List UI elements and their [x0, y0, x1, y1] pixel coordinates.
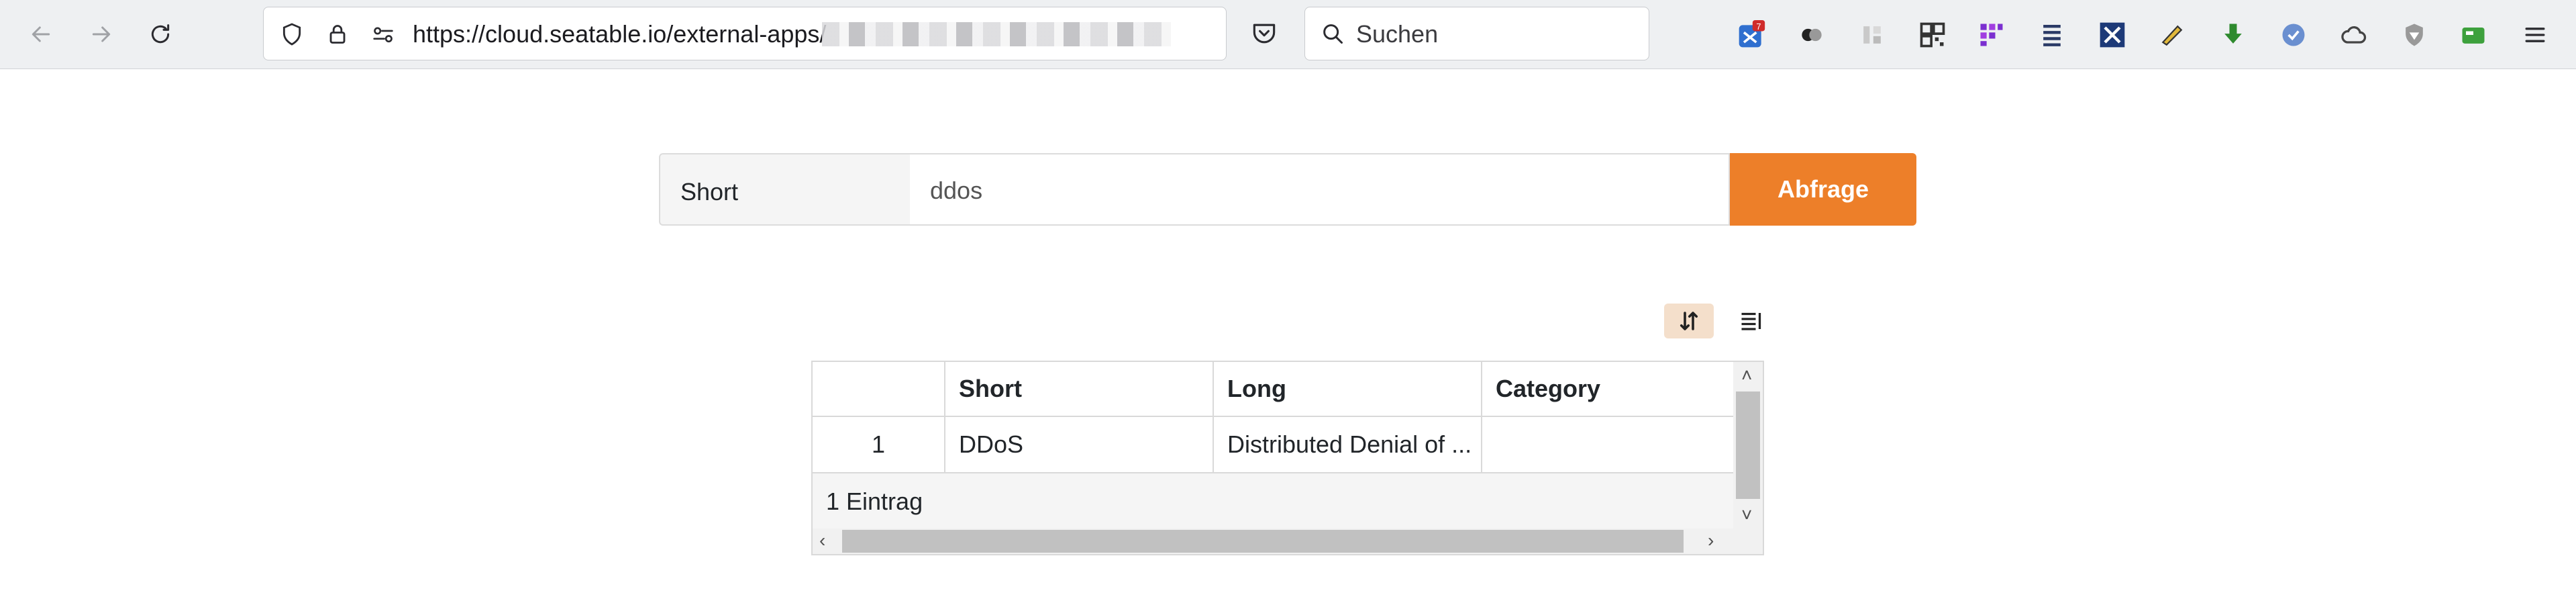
vertical-scroll-thumb[interactable]	[1736, 392, 1760, 499]
header-short[interactable]: Short	[945, 362, 1214, 416]
extension-badge: 7	[1756, 21, 1761, 32]
url-text[interactable]: https://cloud.seatable.io/external-apps/	[413, 21, 826, 48]
arrow-right-icon	[88, 21, 115, 48]
extension-blue-circle-icon[interactable]	[2279, 20, 2308, 50]
scroll-left-icon[interactable]: ‹	[819, 531, 825, 550]
header-category[interactable]: Category	[1482, 362, 1733, 416]
query-button[interactable]: Abfrage	[1730, 153, 1916, 226]
extension-grid-icon[interactable]	[1977, 20, 2006, 50]
table-footer: 1 Eintrag	[813, 473, 1733, 529]
record-count: 1 Eintrag	[826, 488, 923, 515]
extension-balls-icon[interactable]	[1797, 20, 1826, 50]
pocket-icon[interactable]	[1249, 19, 1279, 48]
search-icon	[1320, 21, 1347, 48]
extension-pencil-icon[interactable]	[2158, 20, 2187, 50]
sort-arrows-icon	[1677, 309, 1701, 333]
cell-category[interactable]	[1482, 417, 1733, 472]
reload-icon	[147, 21, 174, 48]
extension-qr-icon[interactable]	[1918, 20, 1947, 50]
list-view-button[interactable]	[1726, 304, 1775, 338]
reload-button[interactable]	[144, 17, 177, 51]
permissions-icon[interactable]	[370, 21, 397, 48]
extension-grey-icon[interactable]	[1857, 20, 1887, 50]
extension-list-icon[interactable]	[2037, 20, 2067, 50]
search-placeholder: Suchen	[1356, 21, 1438, 48]
extension-cloud-icon[interactable]	[2339, 20, 2369, 50]
field-selector[interactable]: Short	[659, 153, 911, 226]
url-redacted-segment	[822, 22, 1171, 46]
header-index	[813, 362, 945, 416]
list-settings-icon	[1739, 309, 1763, 333]
arrow-left-icon	[28, 21, 54, 48]
query-input-value: ddos	[930, 177, 982, 204]
result-table: Short Long Category 1 DDoS Distributed D…	[811, 361, 1764, 555]
horizontal-scrollbar[interactable]: ‹ ›	[813, 529, 1763, 554]
query-input[interactable]: ddos	[910, 153, 1730, 226]
scroll-up-icon[interactable]: ˄	[1741, 366, 1752, 385]
cell-long[interactable]: Distributed Denial of ...	[1214, 417, 1482, 472]
table-row[interactable]: 1 DDoS Distributed Denial of ...	[813, 417, 1733, 473]
query-form: Short ddos Abfrage	[659, 153, 1916, 226]
row-index: 1	[813, 417, 945, 472]
cell-short[interactable]: DDoS	[945, 417, 1214, 472]
scroll-down-icon[interactable]: ˅	[1741, 506, 1752, 524]
extension-jira-icon[interactable]: 7	[1737, 20, 1766, 50]
browser-toolbar: https://cloud.seatable.io/external-apps/…	[0, 0, 2576, 69]
forward-button[interactable]	[85, 17, 118, 51]
url-bar[interactable]: https://cloud.seatable.io/external-apps/	[263, 7, 1227, 60]
back-button[interactable]	[24, 17, 58, 51]
extension-download-icon[interactable]	[2218, 20, 2248, 50]
menu-icon[interactable]	[2520, 20, 2550, 50]
vertical-scrollbar[interactable]: ˄ ˅	[1733, 362, 1763, 529]
scroll-right-icon[interactable]: ›	[1708, 531, 1714, 550]
sort-button[interactable]	[1664, 304, 1714, 338]
search-box[interactable]: Suchen	[1304, 7, 1649, 60]
header-long[interactable]: Long	[1214, 362, 1482, 416]
extension-x-icon[interactable]	[2098, 20, 2127, 50]
shield-icon[interactable]	[278, 21, 305, 48]
horizontal-scroll-thumb[interactable]	[842, 530, 1684, 553]
extension-shield-icon[interactable]	[2400, 20, 2429, 50]
field-selector-label: Short	[680, 179, 738, 205]
table-header: Short Long Category	[813, 362, 1733, 417]
lock-icon[interactable]	[324, 21, 351, 48]
extension-green-icon[interactable]	[2459, 20, 2488, 50]
